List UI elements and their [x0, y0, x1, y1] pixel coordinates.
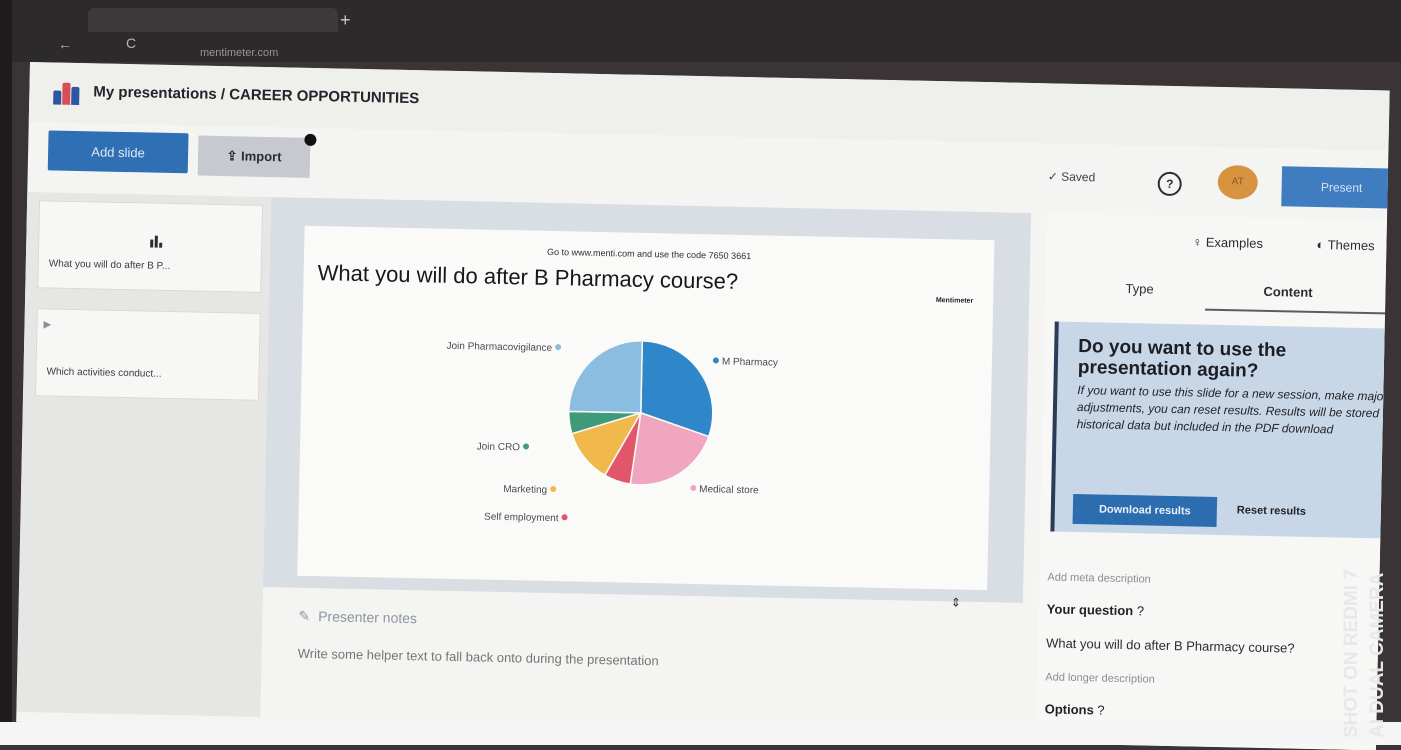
question-help-icon[interactable]: ? [1137, 603, 1145, 618]
options-text: Options [1044, 701, 1094, 718]
add-slide-button[interactable]: Add slide [47, 130, 189, 174]
back-arrow-icon[interactable]: ← [58, 36, 72, 52]
slide-stage: Go to www.menti.com and use the code 765… [263, 197, 1032, 603]
saved-status: ✓ Saved [1048, 169, 1096, 184]
notice-title: Do you want to use the presentation agai… [1077, 336, 1287, 382]
pie-chart: M Pharmacy Medical store Self employment Ma… [446, 340, 778, 525]
pie-slice-label: Join Pharmacovigilance [446, 341, 552, 354]
options-label: Options ? [1045, 701, 1105, 717]
question-input[interactable] [1045, 629, 1377, 663]
legend-dot [561, 514, 568, 521]
browser-tab[interactable] [88, 8, 338, 32]
reset-results-button[interactable]: Reset results [1231, 503, 1312, 519]
presenter-notes-input[interactable] [297, 645, 898, 674]
notice-body: If you want to use this slide for a new … [1076, 383, 1390, 437]
themes-label: Themes [1327, 237, 1375, 254]
pie-slice-label: Join CRO [477, 441, 521, 453]
camera-watermark: SHOT ON REDMI 7 AI DUAL CAMERA [1341, 540, 1397, 740]
slide-thumbnail-1[interactable]: What you will do after B P... [37, 200, 264, 293]
options-help-icon[interactable]: ? [1097, 702, 1105, 717]
tab-type[interactable]: Type [1125, 281, 1153, 297]
slide-thumbnail-label: What you will do after B P... [48, 258, 171, 272]
palette-icon: ◐ [1316, 236, 1328, 253]
right-panel: ♀ Examples ◐ Themes Type Content Do you … [1035, 213, 1390, 750]
legend-dot [690, 484, 697, 491]
reload-icon[interactable]: C [126, 35, 136, 51]
new-tab-icon[interactable]: + [340, 8, 351, 32]
expand-icon[interactable]: ⇕ [951, 595, 961, 609]
import-button[interactable]: ⇪ Import [197, 133, 317, 178]
active-tab-indicator [1205, 308, 1386, 315]
avatar[interactable]: AT [1217, 164, 1259, 200]
legend-dot [523, 443, 530, 450]
add-longer-description-link[interactable]: Add longer description [1045, 671, 1155, 685]
address-bar[interactable]: mentimeter.com [200, 44, 460, 62]
check-icon: ✓ [1047, 169, 1062, 184]
your-question-text: Your question [1046, 601, 1134, 619]
pie-slice-label: Marketing [503, 484, 547, 496]
presenter-notes-title: ✎ Presenter notes [298, 608, 417, 627]
browser-chrome: + ← C mentimeter.com [0, 0, 1401, 62]
legend-dot [550, 486, 557, 493]
pie-slice [568, 340, 644, 414]
pie-slice-label: Medical store [699, 484, 759, 496]
add-meta-description-link[interactable]: Add meta description [1047, 571, 1151, 585]
breadcrumb[interactable]: My presentations / CAREER OPPORTUNITIES [93, 83, 419, 107]
lightbulb-icon: ♀ [1192, 234, 1207, 250]
download-results-button[interactable]: Download results [1072, 493, 1218, 527]
reset-results-notice: Do you want to use the presentation agai… [1050, 321, 1390, 539]
examples-link[interactable]: ♀ Examples [1192, 234, 1263, 250]
help-icon[interactable]: ? [1157, 171, 1182, 197]
slide-thumbnail-2[interactable]: ▶ Which activities conduct... [35, 308, 261, 401]
pie-slice-label: M Pharmacy [722, 357, 778, 369]
themes-link[interactable]: ◐ Themes [1316, 237, 1375, 253]
pie-slice-label: Self employment [484, 512, 559, 525]
slide-canvas[interactable]: Go to www.menti.com and use the code 765… [297, 225, 995, 591]
mentimeter-logo-icon[interactable] [53, 80, 83, 106]
upload-icon: ⇪ [226, 148, 242, 164]
bar-chart-icon [150, 235, 163, 248]
mentimeter-editor: My presentations / CAREER OPPORTUNITIES … [16, 62, 1390, 750]
notification-dot [304, 133, 317, 147]
presenter-notes-label: Presenter notes [318, 608, 418, 627]
present-button[interactable]: Present [1281, 166, 1390, 209]
slide-thumbnail-label: Which activities conduct... [46, 366, 162, 380]
watermark-line-1: SHOT ON REDMI 7 [1341, 569, 1362, 738]
legend-dot [712, 357, 719, 364]
play-icon: ▶ [43, 319, 52, 331]
examples-label: Examples [1205, 234, 1264, 251]
photo-frame-edge [0, 0, 12, 745]
pencil-icon: ✎ [298, 607, 311, 624]
legend-dot [555, 344, 562, 351]
your-question-label: Your question ? [1047, 601, 1145, 618]
watermark-line-2: AI DUAL CAMERA [1367, 572, 1388, 738]
photo-frame-bottom [0, 722, 1401, 745]
tab-content[interactable]: Content [1263, 284, 1312, 300]
slides-panel: What you will do after B P... ▶ Which ac… [16, 191, 272, 717]
saved-label: Saved [1061, 169, 1096, 185]
import-label: Import [240, 148, 282, 165]
